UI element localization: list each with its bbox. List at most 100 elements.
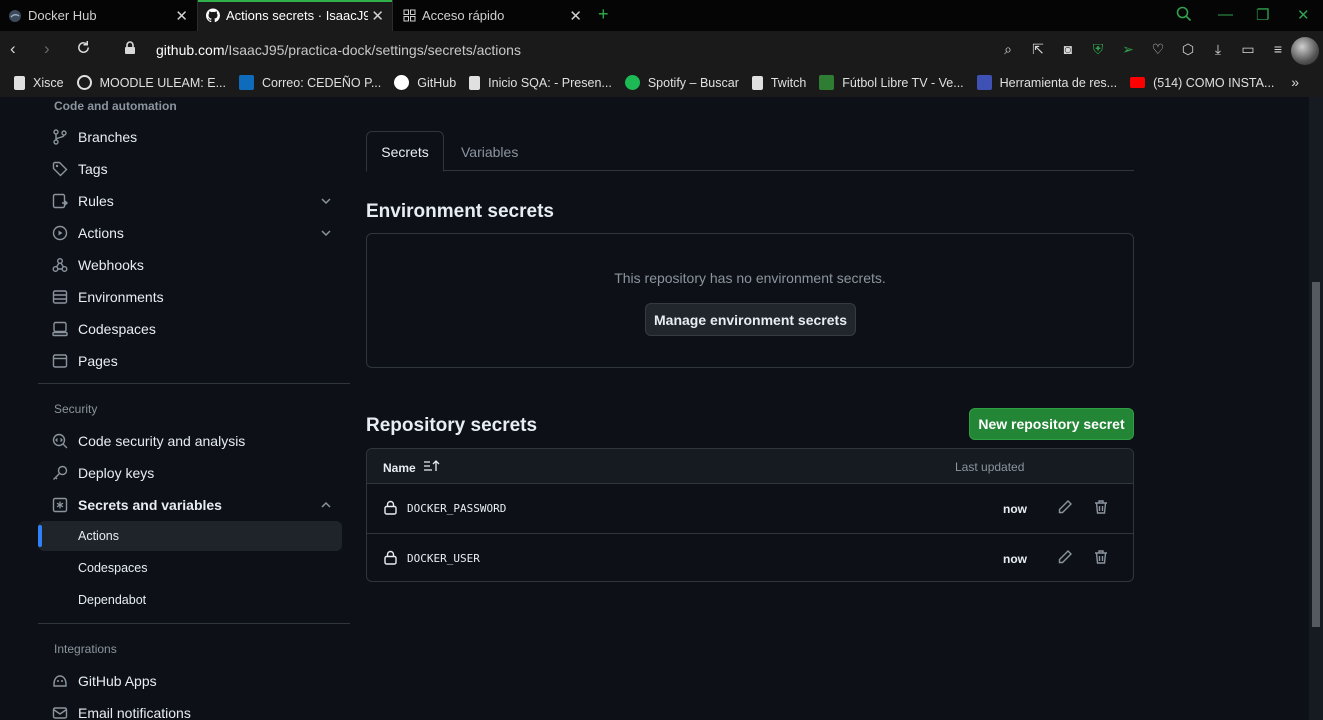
- camera-icon[interactable]: ◙: [1059, 40, 1077, 58]
- sidebar-subitem-dependabot[interactable]: Dependabot: [38, 585, 342, 615]
- sidebar-item-actions[interactable]: Actions: [38, 218, 342, 248]
- sidebar-item-tags[interactable]: Tags: [38, 154, 342, 184]
- manage-environment-secrets-button[interactable]: Manage environment secrets: [645, 303, 856, 336]
- send-icon[interactable]: ➢: [1119, 40, 1137, 58]
- lock-icon[interactable]: [124, 41, 136, 60]
- bookmark-label: Spotify – Buscar: [647, 75, 739, 90]
- table-row: DOCKER_USER now: [367, 533, 1133, 581]
- column-name-sort[interactable]: Name: [383, 460, 440, 475]
- sidebar-item-secrets-and-variables[interactable]: Secrets and variables: [38, 490, 342, 520]
- bookmark-item[interactable]: Herramienta de res...: [976, 75, 1118, 90]
- sidebar-item-label: GitHub Apps: [78, 673, 157, 689]
- cube-icon[interactable]: ⬡: [1179, 40, 1197, 58]
- repository-secrets-table: Name Last updated DOCKER_PASSWORD now DO…: [366, 448, 1134, 582]
- forward-icon[interactable]: ›: [44, 39, 50, 59]
- football-icon: [819, 75, 835, 90]
- sidebar-item-code-security[interactable]: Code security and analysis: [38, 426, 342, 456]
- zoom-icon[interactable]: ⌕: [999, 40, 1017, 58]
- sidebar-item-pages[interactable]: Pages: [38, 346, 342, 376]
- bookmark-item[interactable]: Xisce: [14, 75, 64, 90]
- scrollbar-thumb[interactable]: [1312, 282, 1320, 627]
- github-icon: [394, 75, 410, 90]
- sidebar-subitem-actions[interactable]: Actions: [38, 521, 342, 551]
- more-bookmarks-icon[interactable]: »: [1291, 74, 1299, 90]
- close-icon[interactable]: ✕: [371, 7, 384, 25]
- bookmark-label: Fútbol Libre TV - Ve...: [842, 75, 964, 90]
- browser-icon: [52, 353, 68, 369]
- browser-tab-docker-hub[interactable]: Docker Hub ✕: [0, 0, 196, 31]
- moodle-icon: [76, 75, 92, 90]
- bookmark-item[interactable]: Fútbol Libre TV - Ve...: [819, 75, 964, 90]
- address-bar: ‹ › github.com/IsaacJ95/practica-dock/se…: [0, 31, 1323, 68]
- tab-secrets[interactable]: Secrets: [366, 131, 444, 172]
- trash-icon[interactable]: [1093, 549, 1109, 570]
- sidebar-item-environments[interactable]: Environments: [38, 282, 342, 312]
- lock-icon: [384, 500, 397, 520]
- pencil-icon[interactable]: [1057, 549, 1073, 570]
- bookmark-item[interactable]: Correo: CEDEÑO P...: [239, 75, 381, 90]
- chevron-up-icon: [320, 498, 332, 514]
- trash-icon[interactable]: [1093, 499, 1109, 520]
- document-icon: [14, 75, 25, 90]
- bookmark-item[interactable]: MOODLE ULEAM: E...: [76, 75, 226, 90]
- outlook-icon: [239, 75, 254, 90]
- download-icon[interactable]: ⤓: [1209, 40, 1227, 58]
- sidebar-item-codespaces[interactable]: Codespaces: [38, 314, 342, 344]
- bookmark-label: Inicio SQA: - Presen...: [488, 75, 612, 90]
- environment-secrets-heading: Environment secrets: [366, 201, 554, 222]
- secret-updated: now: [1003, 552, 1027, 566]
- page-scrollbar[interactable]: [1309, 97, 1323, 720]
- tab-variables[interactable]: Variables: [461, 131, 518, 172]
- youtube-icon: [1130, 77, 1146, 88]
- secret-updated: now: [1003, 502, 1027, 516]
- sidebar-item-rules[interactable]: Rules: [38, 186, 342, 216]
- sidebar-item-github-apps[interactable]: GitHub Apps: [38, 666, 342, 696]
- bookmark-item[interactable]: Twitch: [751, 75, 806, 90]
- browser-tab-acceso-rapido[interactable]: Acceso rápido ✕: [394, 0, 590, 31]
- bookmark-item[interactable]: Inicio SQA: - Presen...: [469, 75, 612, 90]
- sidebar-item-webhooks[interactable]: Webhooks: [38, 250, 342, 280]
- tab-title: Docker Hub: [28, 8, 97, 23]
- browser-tab-bar: Docker Hub ✕ Actions secrets · IsaacJ95/…: [0, 0, 1323, 31]
- tag-icon: [52, 161, 68, 177]
- server-icon: [52, 289, 68, 305]
- sidebar-item-email-notifications[interactable]: Email notifications: [38, 698, 342, 720]
- menu-icon[interactable]: ≡: [1269, 40, 1287, 58]
- new-repository-secret-button[interactable]: New repository secret: [969, 408, 1134, 440]
- mail-icon: [52, 705, 68, 720]
- profile-avatar[interactable]: [1291, 37, 1319, 65]
- url-field[interactable]: github.com/IsaacJ95/practica-dock/settin…: [156, 42, 521, 58]
- shield-icon[interactable]: ⛨: [1089, 40, 1107, 58]
- bookmark-item[interactable]: GitHub: [394, 75, 456, 90]
- bookmark-label: (514) COMO INSTA...: [1153, 75, 1275, 90]
- battery-icon[interactable]: ▭: [1239, 40, 1257, 58]
- sidebar-subitem-codespaces[interactable]: Codespaces: [38, 553, 342, 583]
- heart-icon[interactable]: ♡: [1149, 40, 1167, 58]
- sidebar-divider: [38, 623, 350, 624]
- lock-icon: [384, 550, 397, 570]
- docker-hub-icon: [8, 9, 22, 23]
- restore-icon[interactable]: ❐: [1256, 6, 1269, 24]
- close-icon[interactable]: ✕: [569, 7, 582, 25]
- sidebar-subitem-label: Dependabot: [78, 593, 147, 607]
- sidebar-item-branches[interactable]: Branches: [38, 122, 342, 152]
- search-icon[interactable]: [1176, 6, 1192, 26]
- close-window-icon[interactable]: ✕: [1297, 6, 1310, 24]
- pencil-icon[interactable]: [1057, 499, 1073, 520]
- github-settings-page: Code and automation Branches Tags Rules …: [0, 97, 1309, 720]
- bookmark-label: Herramienta de res...: [999, 75, 1118, 90]
- play-icon: [52, 225, 68, 241]
- sidebar-item-label: Secrets and variables: [78, 497, 222, 513]
- sidebar-item-deploy-keys[interactable]: Deploy keys: [38, 458, 342, 488]
- back-icon[interactable]: ‹: [10, 39, 16, 59]
- bookmark-item[interactable]: (514) COMO INSTA...: [1130, 76, 1274, 90]
- share-icon[interactable]: ⇱: [1029, 40, 1047, 58]
- secret-name: DOCKER_USER: [407, 552, 480, 565]
- bookmark-label: GitHub: [417, 75, 457, 90]
- new-tab-icon[interactable]: +: [598, 4, 609, 25]
- close-icon[interactable]: ✕: [175, 7, 188, 25]
- browser-tab-actions-secrets[interactable]: Actions secrets · IsaacJ95/p ✕: [197, 0, 393, 31]
- minimize-icon[interactable]: —: [1218, 6, 1233, 23]
- reload-icon[interactable]: [76, 40, 91, 60]
- bookmark-item[interactable]: Spotify – Buscar: [624, 75, 739, 90]
